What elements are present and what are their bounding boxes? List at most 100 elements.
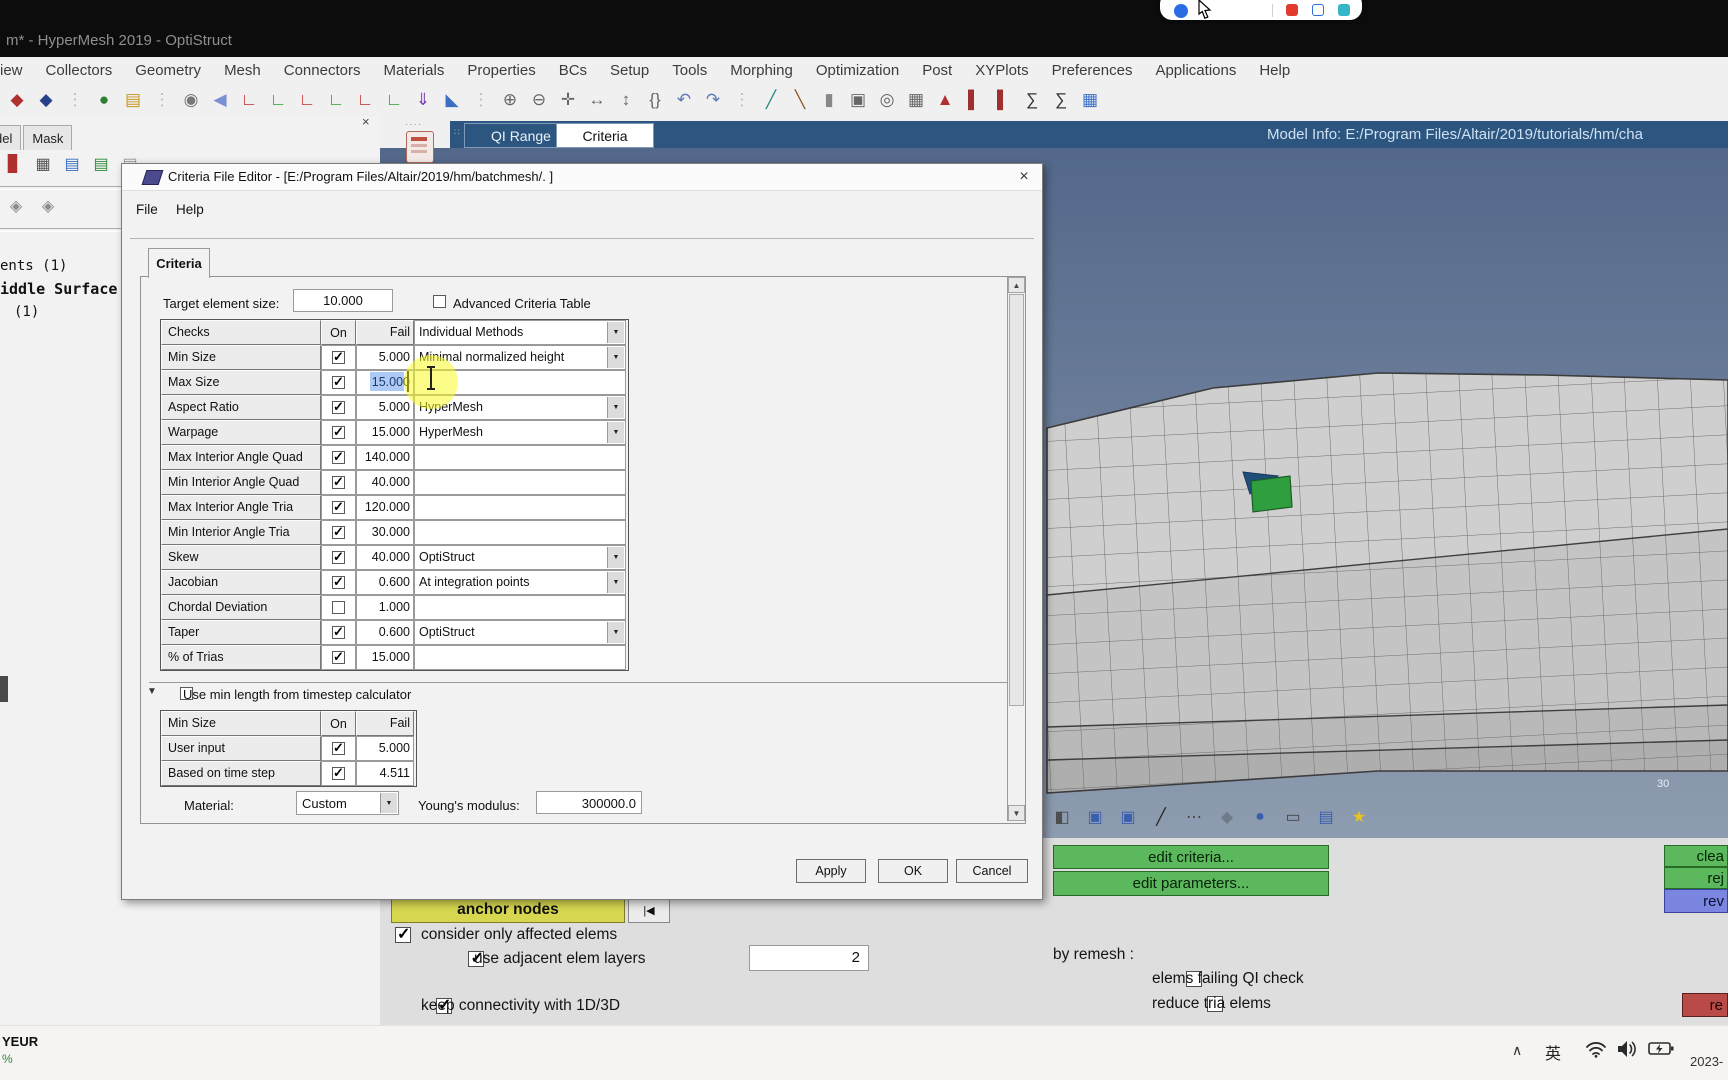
dropdown-arrow-icon[interactable]: ▼ bbox=[607, 547, 624, 568]
apply-button[interactable]: Apply bbox=[796, 859, 866, 883]
dropdown-arrow-icon[interactable]: ▼ bbox=[380, 793, 397, 813]
check-method-dropdown[interactable] bbox=[414, 645, 626, 670]
check-name-cell[interactable]: Aspect Ratio bbox=[161, 395, 321, 420]
zoom-out-icon[interactable]: ⊖ bbox=[526, 87, 552, 113]
tree-item-components[interactable]: ents (1) bbox=[0, 258, 67, 274]
check-name-cell[interactable]: Warpage bbox=[161, 420, 321, 445]
float-toolbar-grip-dots[interactable]: ···· bbox=[405, 119, 422, 130]
edit-criteria-button[interactable]: edit criteria... bbox=[1053, 845, 1329, 869]
dropdown-arrow-icon[interactable]: ▼ bbox=[607, 322, 624, 343]
menu-item[interactable]: Connectors bbox=[284, 62, 361, 79]
check-fail-input[interactable]: 5.000 bbox=[356, 345, 414, 370]
wifi-icon[interactable] bbox=[1585, 1040, 1607, 1058]
check-name-cell[interactable]: Jacobian bbox=[161, 570, 321, 595]
report-book-icon[interactable]: ▌ bbox=[990, 87, 1016, 113]
row-fail-input[interactable]: 5.000 bbox=[356, 736, 414, 761]
adjacent-layers-input[interactable]: 2 bbox=[749, 945, 869, 971]
check-on-cell[interactable] bbox=[321, 520, 356, 545]
axis-view-zy-icon[interactable]: ∟ bbox=[352, 87, 378, 113]
check-on-cell[interactable] bbox=[321, 545, 356, 570]
menu-item[interactable]: Applications bbox=[1155, 62, 1236, 79]
ime-language-indicator[interactable]: 英 bbox=[1545, 1040, 1561, 1064]
scroll-up-icon[interactable]: ▲ bbox=[1008, 277, 1025, 293]
check-name-cell[interactable]: Max Size bbox=[161, 370, 321, 395]
check-fail-input[interactable]: 15.000 bbox=[356, 645, 414, 670]
measure-line-icon[interactable]: ╱ bbox=[758, 87, 784, 113]
checkbox[interactable] bbox=[332, 549, 345, 565]
solver-import-icon[interactable]: ◆ bbox=[4, 87, 30, 113]
menu-item[interactable]: BCs bbox=[559, 62, 587, 79]
tray-chevron-icon[interactable]: ∧ bbox=[1512, 1042, 1522, 1059]
row-label-cell[interactable]: Based on time step bbox=[161, 761, 321, 786]
check-method-dropdown[interactable] bbox=[414, 595, 626, 620]
ok-button[interactable]: OK bbox=[878, 859, 948, 883]
braces-expression-icon[interactable]: {} bbox=[642, 87, 668, 113]
menu-item[interactable]: Properties bbox=[467, 62, 535, 79]
sphere-tool-icon[interactable]: ● bbox=[1248, 805, 1272, 829]
tab-model[interactable]: del bbox=[0, 125, 22, 150]
row-fail-input[interactable]: 4.511 bbox=[356, 761, 414, 786]
sum-table-icon[interactable]: ∑ bbox=[1048, 87, 1074, 113]
check-name-cell[interactable]: Chordal Deviation bbox=[161, 595, 321, 620]
checkbox[interactable] bbox=[332, 740, 345, 756]
separator[interactable]: ⋮ bbox=[729, 87, 755, 113]
volume-icon[interactable] bbox=[1617, 1039, 1639, 1059]
menu-item[interactable]: Materials bbox=[383, 62, 444, 79]
check-on-cell[interactable] bbox=[321, 370, 356, 395]
checkbox[interactable] bbox=[332, 574, 345, 590]
monitor-icon[interactable]: ▤ bbox=[1314, 805, 1338, 829]
checkbox[interactable] bbox=[332, 399, 345, 415]
fit-view-icon[interactable]: ✛ bbox=[555, 87, 581, 113]
axis-view-xy-icon[interactable]: ∟ bbox=[236, 87, 262, 113]
material-dropdown[interactable]: Custom ▼ bbox=[296, 791, 399, 815]
return-button[interactable]: re bbox=[1682, 993, 1728, 1017]
dialog-menu-file[interactable]: File bbox=[136, 202, 158, 217]
clock-date[interactable]: 2023- bbox=[1690, 1054, 1723, 1069]
menu-item[interactable]: Preferences bbox=[1052, 62, 1133, 79]
checkbox[interactable] bbox=[332, 524, 345, 540]
recorder-logo-icon[interactable] bbox=[1174, 4, 1188, 18]
dialog-menu-help[interactable]: Help bbox=[176, 202, 204, 217]
dropdown-arrow-icon[interactable]: ▼ bbox=[607, 347, 624, 368]
dropdown-arrow-icon[interactable]: ▼ bbox=[607, 397, 624, 418]
pencil-icon[interactable]: ╲ bbox=[787, 87, 813, 113]
menu-item[interactable]: Geometry bbox=[135, 62, 201, 79]
row-on-cell[interactable] bbox=[321, 736, 356, 761]
menu-item[interactable]: Mesh bbox=[224, 62, 261, 79]
sphere-box-icon[interactable]: ◎ bbox=[874, 87, 900, 113]
check-name-cell[interactable]: Max Interior Angle Tria bbox=[161, 495, 321, 520]
check-on-cell[interactable] bbox=[321, 395, 356, 420]
panel-close-icon[interactable]: × bbox=[362, 114, 370, 129]
collapse-triangle-icon[interactable]: ▼ bbox=[147, 686, 157, 697]
menu-item[interactable]: Setup bbox=[610, 62, 649, 79]
scrollbar-thumb[interactable] bbox=[1009, 294, 1024, 706]
checkbox[interactable] bbox=[332, 601, 345, 614]
check-method-dropdown[interactable] bbox=[414, 495, 626, 520]
dropdown-arrow-icon[interactable]: ▼ bbox=[607, 422, 624, 443]
zoom-in-icon[interactable]: ⊕ bbox=[497, 87, 523, 113]
check-on-cell[interactable] bbox=[321, 595, 356, 620]
pan-icon[interactable]: ↔ bbox=[584, 87, 610, 113]
check-method-dropdown[interactable] bbox=[414, 470, 626, 495]
diamond-tool-icon[interactable]: ◆ bbox=[1215, 805, 1239, 829]
separator[interactable]: ⋮ bbox=[62, 87, 88, 113]
check-name-cell[interactable]: Taper bbox=[161, 620, 321, 645]
sum-icon[interactable]: ∑ bbox=[1019, 87, 1045, 113]
check-method-dropdown[interactable] bbox=[414, 445, 626, 470]
check-fail-input[interactable]: 120.000 bbox=[356, 495, 414, 520]
back-view-icon[interactable]: ◀ bbox=[207, 87, 233, 113]
cylinder-icon[interactable]: ▮ bbox=[816, 87, 842, 113]
axis-view-xz-icon[interactable]: ∟ bbox=[323, 87, 349, 113]
tab-criteria[interactable]: Criteria bbox=[556, 123, 654, 148]
check-fail-input[interactable]: 5.000 bbox=[356, 395, 414, 420]
assembly-box-icon[interactable]: ▦ bbox=[903, 87, 929, 113]
check-on-cell[interactable] bbox=[321, 645, 356, 670]
axis-view-yx-icon[interactable]: ∟ bbox=[265, 87, 291, 113]
cancel-button[interactable]: Cancel bbox=[956, 859, 1028, 883]
check-name-cell[interactable]: Min Interior Angle Tria bbox=[161, 520, 321, 545]
tools-icon[interactable] bbox=[1338, 4, 1350, 16]
redo-view-icon[interactable]: ↷ bbox=[700, 87, 726, 113]
undo-view-icon[interactable]: ↶ bbox=[671, 87, 697, 113]
dialog-scrollbar[interactable]: ▲ ▼ bbox=[1007, 277, 1025, 821]
check-name-cell[interactable]: % of Trias bbox=[161, 645, 321, 670]
